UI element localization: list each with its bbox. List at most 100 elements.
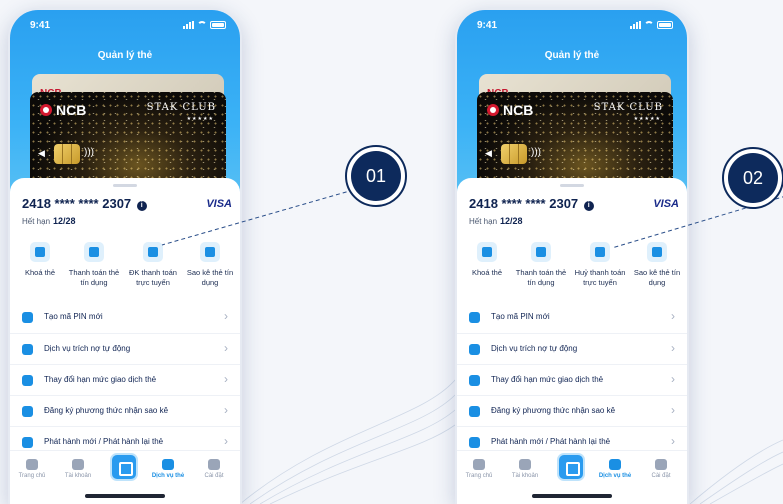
signal-icon	[183, 21, 194, 29]
menu-item-change-limit[interactable]: Thay đổi hạn mức giao dịch thẻ ›	[10, 364, 240, 395]
tab-account[interactable]: Tài khoản	[58, 459, 98, 479]
tab-home[interactable]: Trang chủ	[12, 459, 52, 479]
card-number-text: 2418 **** **** 2307	[469, 196, 579, 211]
document-icon	[22, 406, 33, 417]
action-credit-payment[interactable]: Thanh toán thẻ tín dụng	[511, 242, 571, 288]
menu-item-statement-method[interactable]: Đăng ký phương thức nhận sao kê ›	[10, 395, 240, 426]
card-detail-sheet: 2418 **** **** 2307 i VISA Hết hạn 12/28 …	[457, 178, 687, 504]
info-icon[interactable]: i	[583, 201, 594, 211]
action-label: Thanh toán thẻ tín dụng	[68, 268, 120, 287]
card-number: 2418 **** **** 2307 i	[469, 196, 594, 211]
tab-account[interactable]: Tài khoản	[505, 459, 545, 479]
callout-number: 01	[351, 151, 401, 201]
settings-icon	[208, 459, 220, 470]
home-indicator	[85, 494, 165, 498]
money-bag-icon	[469, 344, 480, 355]
menu-label: Dịch vụ trích nợ tự động	[44, 344, 131, 353]
chevron-right-icon: ›	[671, 434, 675, 448]
tab-settings[interactable]: Cài đặt	[194, 459, 234, 479]
bookmark-icon	[143, 242, 163, 262]
menu-label: Tạo mã PIN mới	[44, 312, 103, 321]
action-lock-card[interactable]: Khoá thẻ	[10, 242, 70, 278]
page-title: Quản lý thẻ	[97, 50, 153, 61]
tab-card-services[interactable]: Dịch vụ thẻ	[148, 459, 188, 479]
shield-icon	[469, 312, 480, 323]
expiry: Hết hạn 12/28	[469, 216, 523, 226]
chevron-right-icon: ›	[224, 309, 228, 323]
tab-home[interactable]: Trang chủ	[459, 459, 499, 479]
tab-card-services[interactable]: Dịch vụ thẻ	[595, 459, 635, 479]
page-title: Quản lý thẻ	[544, 50, 600, 61]
tab-label: Dịch vụ thẻ	[151, 473, 185, 479]
wallet-icon	[519, 459, 531, 470]
action-credit-payment[interactable]: Thanh toán thẻ tín dụng	[64, 242, 124, 288]
status-time: 9:41	[30, 20, 51, 31]
ncb-logo-icon	[40, 104, 52, 116]
card-stars: ★★★★★	[186, 116, 214, 122]
chevron-left-icon[interactable]: ◀	[38, 148, 45, 159]
info-icon[interactable]: i	[136, 201, 147, 211]
card-brand: STAK CLUB	[593, 102, 663, 113]
callout-badge-01: 01	[345, 145, 407, 207]
tab-bar: Trang chủ Tài khoản Dịch vụ thẻ Cài đặt	[10, 450, 240, 504]
edit-icon	[22, 375, 33, 386]
card-number: 2418 **** **** 2307 i	[22, 196, 147, 211]
sheet-handle[interactable]	[560, 184, 584, 187]
action-statement[interactable]: Sao kê thẻ tín dụng	[627, 242, 687, 288]
action-statement[interactable]: Sao kê thẻ tín dụng	[180, 242, 240, 288]
chip-icon	[501, 144, 527, 164]
document-icon	[469, 406, 480, 417]
card-service-icon	[162, 459, 174, 470]
expiry: Hết hạn 12/28	[22, 216, 76, 226]
contactless-icon: )))	[531, 147, 541, 158]
statement-icon	[647, 242, 667, 262]
tab-label: Trang chủ	[465, 473, 493, 479]
menu-item-auto-debit[interactable]: Dịch vụ trích nợ tự động ›	[457, 333, 687, 364]
home-icon	[26, 459, 38, 470]
menu-label: Tạo mã PIN mới	[491, 312, 550, 321]
menu-label: Phát hành mới / Phát hành lại thẻ	[44, 437, 164, 446]
bookmark-icon	[590, 242, 610, 262]
tab-label: Cài đặt	[204, 473, 224, 479]
edit-icon	[469, 375, 480, 386]
chevron-right-icon: ›	[224, 372, 228, 386]
chevron-right-icon: ›	[671, 372, 675, 386]
visa-logo: VISA	[653, 198, 679, 210]
battery-icon	[657, 21, 673, 29]
card-service-icon	[609, 459, 621, 470]
action-lock-card[interactable]: Khoá thẻ	[457, 242, 517, 278]
action-register-online-payment[interactable]: ĐK thanh toán trực tuyến	[123, 242, 183, 288]
tab-bar: Trang chủ Tài khoản Dịch vụ thẻ Cài đặt	[457, 450, 687, 504]
tab-settings[interactable]: Cài đặt	[641, 459, 681, 479]
service-menu: Tạo mã PIN mới › Dịch vụ trích nợ tự động…	[457, 302, 687, 457]
phone-screen-1: 9:41 Quản lý thẻ NCB NCB STAK CLUB ★★★★★…	[8, 8, 242, 504]
qr-scan-button[interactable]	[110, 453, 138, 481]
action-cancel-online-payment[interactable]: Huỷ thanh toán trực tuyến	[570, 242, 630, 288]
tab-label: Tài khoản	[511, 473, 539, 479]
wifi-icon	[644, 21, 654, 29]
callout-badge-02: 02	[722, 147, 783, 209]
menu-item-change-limit[interactable]: Thay đổi hạn mức giao dịch thẻ ›	[457, 364, 687, 395]
action-label: Thanh toán thẻ tín dụng	[515, 268, 567, 287]
card-bank-name: NCB	[56, 102, 87, 118]
battery-icon	[210, 21, 226, 29]
menu-label: Thay đổi hạn mức giao dịch thẻ	[491, 375, 604, 384]
menu-item-new-pin[interactable]: Tạo mã PIN mới ›	[457, 302, 687, 333]
chevron-right-icon: ›	[224, 341, 228, 355]
menu-item-auto-debit[interactable]: Dịch vụ trích nợ tự động ›	[10, 333, 240, 364]
action-label: Sao kê thẻ tín dụng	[186, 268, 234, 287]
card-payment-icon	[84, 242, 104, 262]
menu-item-statement-method[interactable]: Đăng ký phương thức nhận sao kê ›	[457, 395, 687, 426]
signal-icon	[630, 21, 641, 29]
menu-item-new-pin[interactable]: Tạo mã PIN mới ›	[10, 302, 240, 333]
expiry-label: Hết hạn	[469, 217, 498, 226]
menu-label: Thay đổi hạn mức giao dịch thẻ	[44, 375, 157, 384]
qr-scan-button[interactable]	[557, 453, 585, 481]
home-indicator	[532, 494, 612, 498]
action-label: ĐK thanh toán trực tuyến	[129, 268, 177, 287]
chevron-right-icon: ›	[671, 341, 675, 355]
chevron-left-icon[interactable]: ◀	[485, 148, 492, 159]
status-bar: 9:41	[10, 20, 240, 34]
action-label: Huỷ thanh toán trực tuyến	[574, 268, 626, 287]
sheet-handle[interactable]	[113, 184, 137, 187]
